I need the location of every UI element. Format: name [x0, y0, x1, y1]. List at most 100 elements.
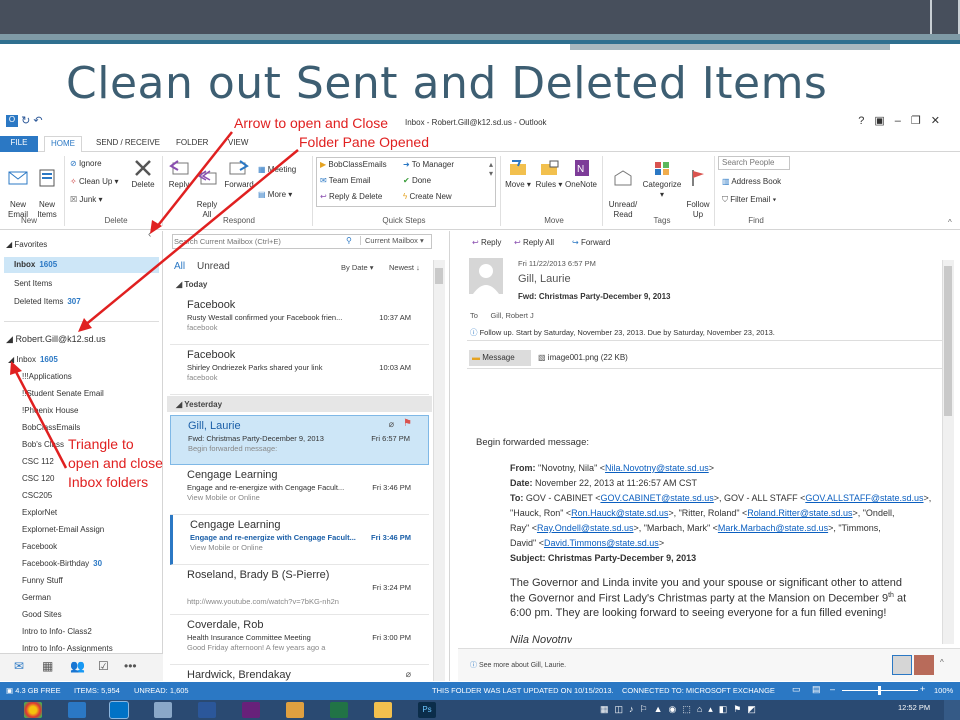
excel-taskbar-icon[interactable]: [330, 702, 348, 718]
follow-up-button[interactable]: Follow Up: [684, 158, 712, 220]
favorite-inbox[interactable]: Inbox 1605: [14, 260, 57, 269]
folder-pane-toggle-arrow-icon[interactable]: ‹: [148, 229, 151, 240]
minimize-icon[interactable]: –: [895, 115, 911, 127]
subfolder-item[interactable]: ExplorNet: [22, 508, 57, 517]
zoom-slider-thumb[interactable]: [878, 686, 881, 695]
paint-taskbar-icon[interactable]: [286, 702, 304, 718]
subfolder-item[interactable]: Good Sites: [22, 610, 62, 619]
chrome-taskbar-icon[interactable]: [24, 702, 42, 718]
move-button[interactable]: Move ▾: [504, 158, 532, 190]
subfolder-item[interactable]: CSC 120: [22, 474, 54, 483]
zoom-out-icon[interactable]: –: [830, 684, 835, 694]
help-icon[interactable]: ?: [858, 115, 874, 127]
restore-icon[interactable]: ❐: [911, 115, 931, 127]
subfolder-item[interactable]: BobClassEmails: [22, 423, 80, 432]
inbox-folder[interactable]: ◢ Inbox 1605: [8, 355, 58, 364]
tab-folder[interactable]: FOLDER: [170, 136, 214, 152]
people-icon[interactable]: 👥: [70, 659, 85, 673]
subfolder-item[interactable]: !!!Applications: [22, 372, 72, 381]
tab-view[interactable]: VIEW: [222, 136, 254, 152]
categorize-button[interactable]: Categorize ▾: [640, 158, 684, 200]
subfolder-item[interactable]: Intro to Info- Class2: [22, 627, 92, 636]
system-tray-icons[interactable]: ▦◫♪⚐▲◉⬚⌂▴◧⚑◩: [600, 704, 762, 715]
inbox-expand-triangle-icon[interactable]: ◢: [8, 355, 14, 364]
attachment-image-file[interactable]: ▧ image001.png (22 KB): [538, 353, 628, 362]
zoom-in-icon[interactable]: +: [920, 684, 925, 694]
quick-step-to-manager[interactable]: ➜ To Manager: [403, 160, 454, 169]
flag-icon[interactable]: ⚑: [403, 418, 412, 429]
app-taskbar-icon[interactable]: [154, 702, 172, 718]
tasks-icon[interactable]: ☑: [98, 659, 109, 673]
onenote-button[interactable]: N OneNote: [564, 158, 598, 190]
reading-reply-all-button[interactable]: ↩ Reply All: [514, 238, 554, 247]
people-avatar[interactable]: [892, 655, 912, 675]
reply-button[interactable]: Reply: [166, 158, 192, 190]
subfolder-item[interactable]: Facebook-Birthday 30: [22, 559, 102, 568]
search-people-input[interactable]: Search People: [718, 156, 790, 170]
sender-avatar[interactable]: [469, 258, 503, 294]
quick-step-team-email[interactable]: ✉ Team Email: [320, 176, 371, 185]
calendar-icon[interactable]: ▦: [42, 659, 53, 673]
people-pane-text[interactable]: ⓘ See more about Gill, Laurie.: [470, 660, 566, 670]
dropbox-taskbar-icon[interactable]: [68, 702, 86, 718]
search-input[interactable]: [174, 236, 342, 247]
tab-home[interactable]: HOME: [44, 136, 82, 152]
meeting-button[interactable]: ▦ Meeting: [258, 165, 296, 174]
collapse-ribbon-icon[interactable]: ^: [948, 218, 952, 227]
new-items-button[interactable]: New Items: [33, 158, 61, 220]
group-header-today[interactable]: ◢ Today: [176, 280, 207, 289]
favorite-deleted-items[interactable]: Deleted Items 307: [14, 297, 81, 306]
ribbon-display-icon[interactable]: ▣: [874, 115, 894, 127]
subfolder-item[interactable]: !Phoenix House: [22, 406, 78, 415]
message-item[interactable]: Cengage Learning Engage and re-energize …: [170, 465, 429, 515]
reading-view-icon[interactable]: ▤: [812, 684, 821, 695]
filter-email-button[interactable]: ⛉ Filter Email ▾: [722, 195, 776, 205]
file-explorer-taskbar-icon[interactable]: [374, 702, 392, 718]
send-receive-icon[interactable]: ↻: [21, 115, 30, 127]
quick-step-bobclass[interactable]: ▶ BobClassEmails: [320, 160, 387, 169]
group-header-yesterday[interactable]: ◢ Yesterday: [176, 400, 222, 409]
more-button[interactable]: ▤ More ▾: [258, 190, 292, 199]
message-from[interactable]: Gill, Laurie: [518, 273, 571, 285]
normal-view-icon[interactable]: ▭: [792, 684, 801, 695]
quick-step-reply-delete[interactable]: ↩ Reply & Delete: [320, 192, 382, 201]
subfolder-item[interactable]: Bob's Class: [22, 440, 64, 449]
subfolder-item[interactable]: Funny Stuff: [22, 576, 63, 585]
show-desktop-button[interactable]: [944, 700, 960, 720]
subfolder-item[interactable]: CSC 112: [22, 457, 54, 466]
quick-steps-scroll-icon[interactable]: ▴ ▾: [489, 160, 493, 178]
junk-button[interactable]: ☒ Junk ▾: [70, 195, 103, 204]
subfolder-item[interactable]: German: [22, 593, 51, 602]
photoshop-taskbar-icon[interactable]: Ps: [418, 702, 436, 718]
message-list-scrollbar[interactable]: [433, 260, 445, 681]
close-icon[interactable]: ✕: [931, 115, 950, 127]
account-header[interactable]: ◢ Robert.Gill@k12.sd.us: [6, 334, 106, 345]
search-icon[interactable]: ⚲: [346, 236, 352, 245]
people-avatar[interactable]: [914, 655, 934, 675]
reply-all-button[interactable]: Reply All: [194, 158, 220, 220]
forward-button[interactable]: Forward: [222, 158, 256, 190]
quick-step-create-new[interactable]: ϟ Create New: [403, 192, 452, 201]
scrollbar-thumb[interactable]: [435, 268, 443, 284]
tab-file[interactable]: FILE: [0, 136, 38, 152]
favorite-sent-items[interactable]: Sent Items: [14, 279, 52, 288]
message-item[interactable]: Coverdale, Rob Health Insurance Committe…: [170, 615, 429, 665]
more-apps-icon[interactable]: •••: [124, 659, 137, 673]
quick-access-toolbar[interactable]: O ↻ ↶: [6, 114, 43, 128]
window-controls[interactable]: ?▣–❐✕: [858, 114, 950, 127]
undo-icon[interactable]: ↶: [33, 115, 42, 127]
clean-up-button[interactable]: ✧ Clean Up ▾: [70, 177, 119, 186]
address-book-button[interactable]: ▥ Address Book: [722, 177, 781, 186]
outlook-taskbar-icon[interactable]: [109, 701, 129, 719]
visual-studio-taskbar-icon[interactable]: [242, 702, 260, 718]
message-item-selected[interactable]: Gill, Laurie Fwd: Christmas Party-Decemb…: [170, 415, 429, 465]
reading-reply-button[interactable]: ↩ Reply: [472, 238, 501, 247]
message-item[interactable]: Facebook Rusty Westall confirmed your Fa…: [170, 295, 429, 345]
filter-all[interactable]: All: [174, 261, 185, 272]
message-item-unread[interactable]: Cengage Learning Engage and re-energize …: [170, 515, 429, 565]
subfolder-item[interactable]: !!Student Senate Email: [22, 389, 104, 398]
new-email-button[interactable]: New Email: [4, 158, 32, 220]
filter-unread[interactable]: Unread: [197, 261, 230, 272]
subfolder-item[interactable]: Explornet-Email Assign: [22, 525, 104, 534]
message-item[interactable]: Hardwick, Brendakay ⌀: [170, 665, 429, 681]
